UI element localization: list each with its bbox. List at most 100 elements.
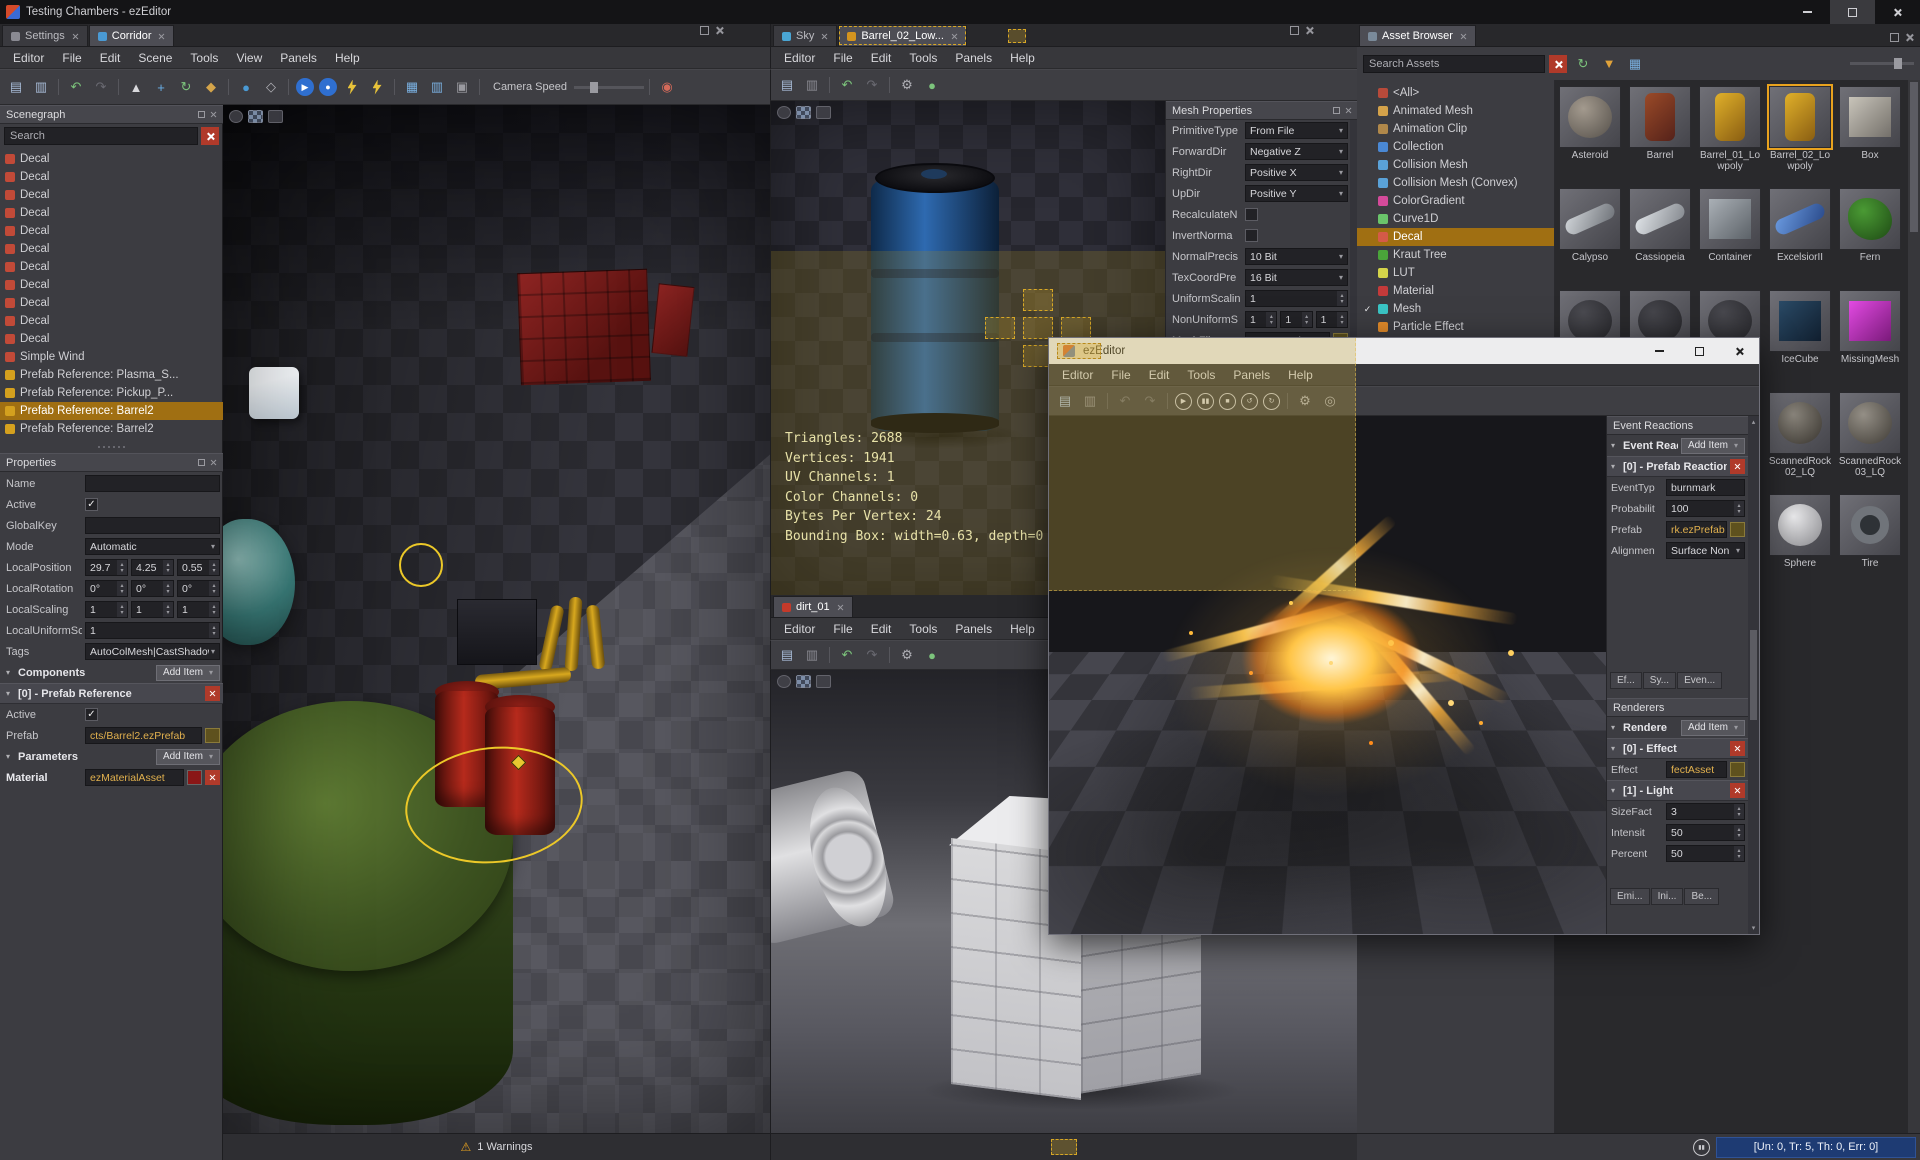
grid-icon[interactable]: ▦ [400, 76, 424, 98]
menu-edit[interactable]: Edit [862, 51, 901, 65]
scenegraph-item[interactable]: Decal [0, 240, 223, 258]
nonuniforms-spinner[interactable]: 1 ▴ ▾ [1245, 311, 1278, 328]
scenegraph-item[interactable]: Decal [0, 258, 223, 276]
stop-icon[interactable]: ■ [1219, 392, 1236, 410]
menu-edit[interactable]: Edit [91, 51, 130, 65]
spinner-arrows[interactable]: ▴ ▾ [1734, 846, 1744, 861]
material-color-swatch[interactable] [187, 770, 202, 785]
spinner-arrows[interactable]: ▴ ▾ [1266, 312, 1277, 327]
splitter-handle[interactable] [0, 443, 223, 451]
maximize-button[interactable] [1830, 0, 1875, 24]
spinner-arrows[interactable]: ▴ ▾ [117, 560, 127, 575]
localscaling-spinner[interactable]: 1 ▴ ▾ [131, 601, 174, 618]
play-scene-icon[interactable]: ▶ [296, 78, 314, 96]
asset-card[interactable]: Barrel_01_Lowpoly [1697, 86, 1763, 172]
menu-file[interactable]: File [1102, 368, 1139, 382]
scenegraph-item[interactable]: Prefab Reference: Plasma_S... [0, 366, 223, 384]
forwarddir-dropdown[interactable]: Negative Z ▾ [1245, 143, 1348, 160]
asset-browse-button[interactable] [205, 728, 220, 743]
asset-card[interactable]: ExcelsiorII [1767, 188, 1833, 263]
asset-type-item[interactable]: Decal [1357, 228, 1554, 246]
spinner-arrows[interactable]: ▴ ▾ [209, 560, 219, 575]
world-space-icon[interactable]: ● [234, 76, 258, 98]
slider-handle[interactable] [590, 81, 598, 93]
grid-icon[interactable] [796, 675, 811, 688]
transform-asset-icon[interactable]: ↻ [1571, 53, 1595, 75]
speed-boost-icon[interactable] [340, 76, 364, 98]
scroll-down-icon[interactable]: ▾ [1752, 924, 1756, 932]
float-window-icon[interactable] [1290, 26, 1299, 35]
alignmen-dropdown[interactable]: Surface Non ▾ [1666, 542, 1745, 559]
asset-type-item[interactable]: Collection [1357, 138, 1554, 156]
thumbnail-size-slider[interactable] [1850, 58, 1914, 69]
render-mode-icon[interactable]: ▣ [450, 76, 474, 98]
asset-card[interactable]: Box [1837, 86, 1903, 161]
thrust-icon[interactable] [365, 76, 389, 98]
save-icon[interactable]: ▤ [4, 76, 28, 98]
play-icon[interactable]: ▶ [1175, 392, 1192, 410]
spinner-arrows[interactable]: ▴ ▾ [1734, 804, 1744, 819]
undo-icon[interactable]: ↶ [835, 74, 859, 96]
asset-type-item[interactable]: Material [1357, 282, 1554, 300]
asset-card[interactable]: Tire [1837, 494, 1903, 569]
spinner-arrows[interactable]: ▴ ▾ [1301, 312, 1312, 327]
save-icon[interactable]: ▤ [775, 644, 799, 666]
spinner-arrows[interactable]: ▴ ▾ [117, 602, 127, 617]
scene-viewport[interactable] [223, 105, 770, 1133]
panel-scrollbar[interactable]: ▴ ▾ [1748, 416, 1759, 934]
spinner-arrows[interactable]: ▴ ▾ [1734, 501, 1744, 516]
pause-log-button[interactable]: ▮▮ [1693, 1138, 1710, 1156]
maximize-button[interactable] [1679, 338, 1719, 364]
close-window-icon[interactable] [1905, 33, 1914, 42]
menu-help[interactable]: Help [1279, 368, 1322, 382]
rotate-gizmo-icon[interactable]: ↻ [174, 76, 198, 98]
spinner-arrows[interactable]: ▴ ▾ [1336, 312, 1347, 327]
tab-close-icon[interactable] [158, 33, 165, 40]
invertnorma-checkbox[interactable] [1245, 229, 1258, 242]
undo-icon[interactable]: ↶ [64, 76, 88, 98]
expand-icon[interactable] [816, 106, 831, 119]
panel-tab-ef[interactable]: Ef... [1610, 672, 1642, 689]
menu-view[interactable]: View [227, 51, 271, 65]
localscaling-spinner[interactable]: 1 ▴ ▾ [177, 601, 220, 618]
menu-editor[interactable]: Editor [4, 51, 53, 65]
close-window-icon[interactable] [715, 26, 724, 35]
localposition-spinner[interactable]: 4.25 ▴ ▾ [131, 559, 174, 576]
tab-close-icon[interactable] [72, 33, 79, 40]
scenegraph-item[interactable]: Prefab Reference: Barrel2 [0, 402, 223, 420]
tab-close-icon[interactable] [821, 33, 828, 40]
snap-toggle-icon[interactable]: ▥ [425, 76, 449, 98]
filter-checkbox[interactable]: ✓ [1362, 304, 1373, 315]
camera-speed-slider[interactable] [574, 81, 644, 93]
active-checkbox[interactable]: ✓ [85, 498, 98, 511]
asset-card[interactable]: ScannedRock03_LQ [1837, 392, 1903, 478]
asset-card[interactable]: Barrel [1627, 86, 1693, 161]
pin-icon[interactable]: ◎ [1318, 390, 1342, 412]
menu-help[interactable]: Help [1001, 622, 1044, 636]
restart-icon[interactable]: ↺ [1241, 392, 1258, 410]
settings-gear-icon[interactable]: ⚙ [895, 74, 919, 96]
settings-gear-icon[interactable]: ⚙ [1293, 390, 1317, 412]
primitivetype-dropdown[interactable]: From File ▾ [1245, 122, 1348, 139]
grid-icon[interactable] [796, 106, 811, 119]
nonuniforms-spinner[interactable]: 1 ▴ ▾ [1315, 311, 1348, 328]
platform-icon[interactable]: ● [920, 74, 944, 96]
localrotation-spinner[interactable]: 0° ▴ ▾ [131, 580, 174, 597]
globalkey-input[interactable] [85, 517, 220, 534]
slider-handle[interactable] [1894, 58, 1902, 69]
uniformscalin-spinner[interactable]: 1 ▴ ▾ [1245, 290, 1348, 307]
asset-type-item[interactable]: ✓ Mesh [1357, 300, 1554, 318]
float-panel-icon[interactable] [198, 459, 205, 466]
asset-grid-scrollbar[interactable] [1908, 80, 1920, 1133]
asset-type-item[interactable]: Animation Clip [1357, 120, 1554, 138]
asset-card[interactable]: Calypso [1557, 188, 1623, 263]
particle-window-titlebar[interactable]: ezEditor [1049, 338, 1759, 364]
redo-icon[interactable]: ↷ [860, 74, 884, 96]
loop-icon[interactable]: ↻ [1263, 392, 1280, 410]
expand-icon[interactable]: ▾ [1611, 744, 1620, 753]
scenegraph-item[interactable]: Decal [0, 186, 223, 204]
menu-tools[interactable]: Tools [900, 51, 946, 65]
expand-icon[interactable]: ▾ [6, 689, 15, 698]
scenegraph-item[interactable]: Decal [0, 294, 223, 312]
menu-edit[interactable]: Edit [1140, 368, 1179, 382]
